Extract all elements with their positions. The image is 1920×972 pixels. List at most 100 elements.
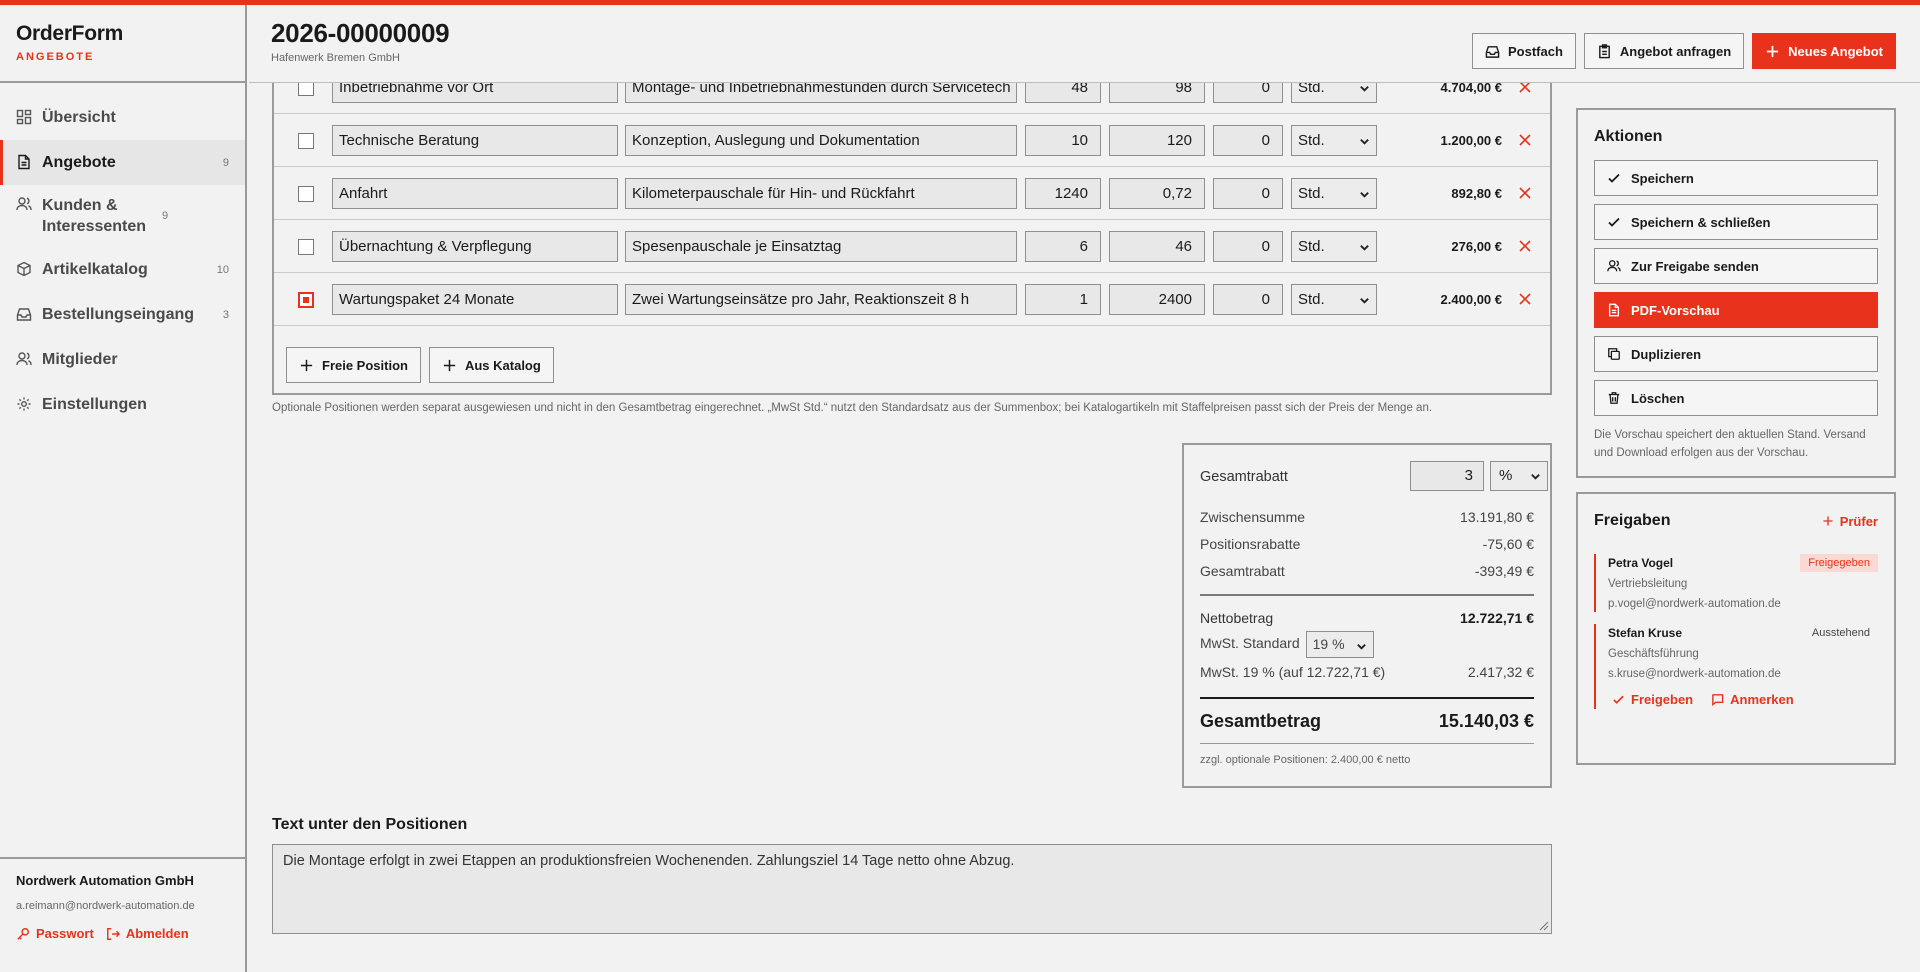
optional-checkbox[interactable] <box>298 83 314 96</box>
text-below-textarea[interactable]: Die Montage erfolgt in zwei Etappen an p… <box>272 844 1552 934</box>
status-badge: Ausstehend <box>1811 627 1870 639</box>
discount-input[interactable]: 0 <box>1213 178 1283 209</box>
position-name-input[interactable]: Anfahrt <box>332 178 618 209</box>
total-discount-row-label: Gesamtrabatt <box>1200 562 1285 579</box>
position-name-input[interactable]: Technische Beratung <box>332 125 618 156</box>
add-free-position-button[interactable]: Freie Position <box>286 347 421 383</box>
approve-button[interactable]: Freigeben <box>1612 692 1693 707</box>
discount-input[interactable]: 0 <box>1213 83 1283 103</box>
approver-item: Petra Vogel Vertriebsleitung p.vogel@nor… <box>1594 554 1878 612</box>
subtotal-value: 13.191,80 € <box>1460 508 1534 525</box>
total-discount-input[interactable]: 3 <box>1410 461 1484 491</box>
clipboard-icon <box>1599 43 1610 58</box>
sidebar-item-kunden[interactable]: Kunden & Interessenten 9 <box>0 185 245 247</box>
position-description-input[interactable]: Zwei Wartungseinsätze pro Jahr, Reaktion… <box>625 284 1017 315</box>
optional-checkbox[interactable] <box>298 133 314 149</box>
discount-input[interactable]: 0 <box>1213 125 1283 156</box>
positions-table: Inbetriebnahme vor Ort Montage- und Inbe… <box>272 83 1552 395</box>
save-and-close-button[interactable]: Speichern & schließen <box>1594 204 1878 240</box>
close-icon <box>1519 187 1531 199</box>
approver-email: p.vogel@nordwerk-automation.de <box>1608 598 1781 610</box>
vat-standard-select[interactable]: 19 % <box>1305 631 1374 658</box>
new-offer-button[interactable]: Neues Angebot <box>1752 33 1896 69</box>
optional-checkbox[interactable] <box>298 186 314 202</box>
user-email: a.reimann@nordwerk-automation.de <box>16 900 195 912</box>
grand-total-label: Gesamtbetrag <box>1200 710 1322 731</box>
duplicate-button[interactable]: Duplizieren <box>1594 336 1878 372</box>
net-value: 12.722,71 € <box>1460 609 1534 626</box>
box-icon <box>16 261 32 277</box>
users-icon <box>1607 260 1621 272</box>
page-header: 2026-00000009 Hafenwerk Bremen GmbH Post… <box>249 5 1920 83</box>
approver-item: Stefan Kruse Geschäftsführung s.kruse@no… <box>1594 624 1878 709</box>
postfach-button[interactable]: Postfach <box>1472 33 1576 69</box>
price-input[interactable]: 0,72 <box>1109 178 1205 209</box>
sidebar-item-label: Einstellungen <box>42 396 147 413</box>
password-link-label: Passwort <box>36 926 94 941</box>
plus-icon <box>300 359 313 371</box>
unit-select[interactable]: Std. <box>1291 231 1377 262</box>
position-name-input[interactable]: Inbetriebnahme vor Ort <box>332 83 618 103</box>
comment-button[interactable]: Anmerken <box>1711 692 1794 707</box>
sidebar-item-einstellungen[interactable]: Einstellungen <box>0 382 245 427</box>
quantity-input[interactable]: 48 <box>1025 83 1101 103</box>
table-row: Wartungspaket 24 Monate Zwei Wartungsein… <box>274 273 1550 326</box>
delete-position-button[interactable] <box>1518 83 1532 94</box>
pdf-preview-button[interactable]: PDF-Vorschau <box>1594 292 1878 328</box>
sidebar-item-mitglieder[interactable]: Mitglieder <box>0 337 245 382</box>
resize-handle-icon[interactable] <box>1539 921 1549 931</box>
unit-select[interactable]: Std. <box>1291 284 1377 315</box>
position-description-input[interactable]: Kilometerpauschale für Hin- und Rückfahr… <box>625 178 1017 209</box>
quantity-input[interactable]: 6 <box>1025 231 1101 262</box>
sidebar-item-angebote[interactable]: Angebote 9 <box>0 140 245 185</box>
logout-link[interactable]: Abmelden <box>106 926 189 941</box>
position-description-input[interactable]: Spesenpauschale je Einsatztag <box>625 231 1017 262</box>
price-input[interactable]: 120 <box>1109 125 1205 156</box>
save-button[interactable]: Speichern <box>1594 160 1878 196</box>
password-link[interactable]: Passwort <box>16 926 94 941</box>
request-offer-button[interactable]: Angebot anfragen <box>1583 33 1745 69</box>
delete-position-button[interactable] <box>1518 239 1532 253</box>
sidebar-item-count: 9 <box>222 156 229 169</box>
quantity-input[interactable]: 10 <box>1025 125 1101 156</box>
delete-position-button[interactable] <box>1518 133 1532 147</box>
optional-positions-note: zzgl. optionale Positionen: 2.400,00 € n… <box>1200 743 1534 766</box>
quantity-input[interactable]: 1 <box>1025 284 1101 315</box>
delete-position-button[interactable] <box>1518 186 1532 200</box>
position-description-input[interactable]: Konzeption, Auslegung und Dokumentation <box>625 125 1017 156</box>
price-input[interactable]: 98 <box>1109 83 1205 103</box>
discount-input[interactable]: 0 <box>1213 284 1283 315</box>
brand: OrderForm ANGEBOTE <box>0 5 245 83</box>
sidebar-item-uebersicht[interactable]: Übersicht <box>0 95 245 140</box>
discount-type-select[interactable]: % <box>1490 461 1548 491</box>
delete-button[interactable]: Löschen <box>1594 380 1878 416</box>
logout-icon <box>106 927 120 940</box>
discount-input[interactable]: 0 <box>1213 231 1283 262</box>
quantity-input[interactable]: 1240 <box>1025 178 1101 209</box>
delete-position-button[interactable] <box>1518 292 1532 306</box>
unit-select[interactable]: Std. <box>1291 83 1377 103</box>
position-description-input[interactable]: Montage- und Inbetriebnahmestunden durch… <box>625 83 1017 103</box>
subtotal-label: Zwischensumme <box>1200 508 1306 525</box>
add-reviewer-button[interactable]: Prüfer <box>1822 514 1878 529</box>
optional-checkbox[interactable] <box>298 239 314 255</box>
unit-select[interactable]: Std. <box>1291 125 1377 156</box>
unit-select[interactable]: Std. <box>1291 178 1377 209</box>
approver-role: Geschäftsführung <box>1608 648 1699 660</box>
price-input[interactable]: 46 <box>1109 231 1205 262</box>
sidebar-item-artikelkatalog[interactable]: Artikelkatalog 10 <box>0 247 245 292</box>
document-icon <box>16 154 32 170</box>
approver-email: s.kruse@nordwerk-automation.de <box>1608 668 1781 680</box>
price-input[interactable]: 2400 <box>1109 284 1205 315</box>
sidebar-item-bestellungseingang[interactable]: Bestellungseingang 3 <box>0 292 245 337</box>
add-from-catalog-button[interactable]: Aus Katalog <box>428 347 554 383</box>
send-for-approval-button[interactable]: Zur Freigabe senden <box>1594 248 1878 284</box>
vat-row: MwSt. 19 % (auf 12.722,71 €) 2.417,32 € <box>1200 658 1534 685</box>
optional-checkbox[interactable] <box>298 292 314 308</box>
table-row: Anfahrt Kilometerpauschale für Hin- und … <box>274 167 1550 220</box>
text-below-value: Die Montage erfolgt in zwei Etappen an p… <box>283 853 1015 869</box>
position-name-input[interactable]: Übernachtung & Verpflegung <box>332 231 618 262</box>
table-row: Inbetriebnahme vor Ort Montage- und Inbe… <box>274 83 1550 114</box>
position-total: 2.400,00 € <box>1440 292 1502 307</box>
position-name-input[interactable]: Wartungspaket 24 Monate <box>332 284 618 315</box>
